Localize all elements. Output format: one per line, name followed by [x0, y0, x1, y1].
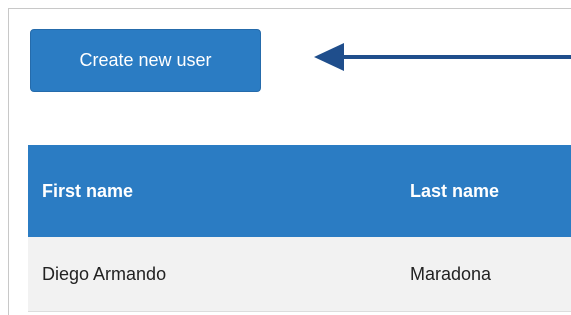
table-row[interactable]: Diego Armando Maradona	[28, 237, 571, 312]
cell-first-name: Diego Armando	[42, 263, 167, 284]
cell-last-name: Maradona	[410, 263, 492, 284]
app-window: Create new user First name Last name Die…	[8, 8, 571, 315]
column-header-last-name[interactable]: Last name	[410, 145, 499, 237]
table-header: First name Last name	[28, 145, 571, 237]
create-new-user-button[interactable]: Create new user	[30, 29, 261, 92]
users-table: First name Last name Diego Armando Marad…	[28, 145, 571, 312]
arrow-left-icon	[314, 43, 571, 71]
column-header-first-name[interactable]: First name	[42, 145, 133, 237]
